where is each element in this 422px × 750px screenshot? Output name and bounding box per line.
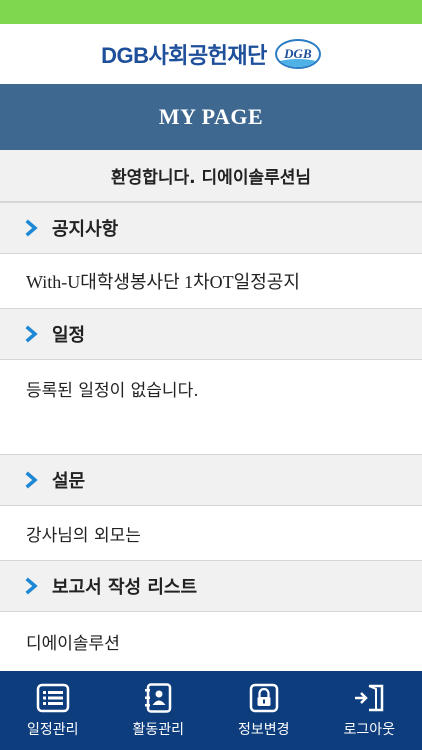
notice-text: With-U대학생봉사단 1차OT일정공지: [26, 272, 300, 292]
section-header-schedule[interactable]: 일정: [0, 308, 422, 360]
logo-text: DGB: [284, 46, 312, 61]
bottom-tab-bar: 일정관리 활동관리 정보변경 로그아웃: [0, 671, 422, 750]
report-text: 디에이솔루션: [26, 634, 120, 654]
status-bar: [0, 0, 422, 24]
tab-label: 정보변경: [237, 721, 290, 738]
section-header-survey[interactable]: 설문: [0, 454, 422, 506]
logout-icon: [355, 684, 384, 711]
schedule-empty: 등록된 일정이 없습니다.: [0, 360, 422, 454]
chevron-right-icon: [25, 471, 38, 489]
tab-label: 활동관리: [132, 721, 185, 738]
tab-activity-management[interactable]: 활동관리: [106, 671, 212, 750]
section-header-notice[interactable]: 공지사항: [0, 202, 422, 254]
tab-label: 로그아웃: [343, 721, 396, 738]
tab-info-change[interactable]: 정보변경: [211, 671, 317, 750]
tab-logout[interactable]: 로그아웃: [317, 671, 422, 750]
chevron-right-icon: [25, 325, 38, 343]
dgb-logo: DGB: [274, 39, 321, 69]
report-item[interactable]: 디에이솔루션: [0, 612, 422, 671]
list-icon: [36, 683, 69, 712]
survey-text: 강사님의 외모는: [26, 525, 141, 546]
brand-header: DGB사회공헌재단 DGB: [0, 24, 422, 84]
section-title: 일정: [52, 325, 86, 346]
tab-schedule-management[interactable]: 일정관리: [0, 671, 106, 750]
chevron-right-icon: [25, 577, 38, 595]
tab-label: 일정관리: [26, 721, 79, 738]
section-title: 공지사항: [52, 219, 119, 240]
lock-icon: [249, 683, 278, 712]
welcome-text: 환영합니다. 디에이솔루션님: [110, 168, 312, 188]
welcome-banner: 환영합니다. 디에이솔루션님: [0, 150, 422, 202]
chevron-right-icon: [25, 219, 38, 237]
section-title: 설문: [52, 471, 86, 492]
section-header-report[interactable]: 보고서 작성 리스트: [0, 560, 422, 612]
page-header: MY PAGE: [0, 84, 422, 150]
schedule-empty-text: 등록된 일정이 없습니다.: [26, 381, 199, 401]
survey-item[interactable]: 강사님의 외모는: [0, 506, 422, 560]
page-title: MY PAGE: [158, 104, 264, 129]
brand-name: DGB사회공헌재단: [101, 43, 267, 68]
contact-book-icon: [145, 682, 172, 713]
section-title: 보고서 작성 리스트: [52, 577, 198, 598]
notice-item[interactable]: With-U대학생봉사단 1차OT일정공지: [0, 254, 422, 308]
